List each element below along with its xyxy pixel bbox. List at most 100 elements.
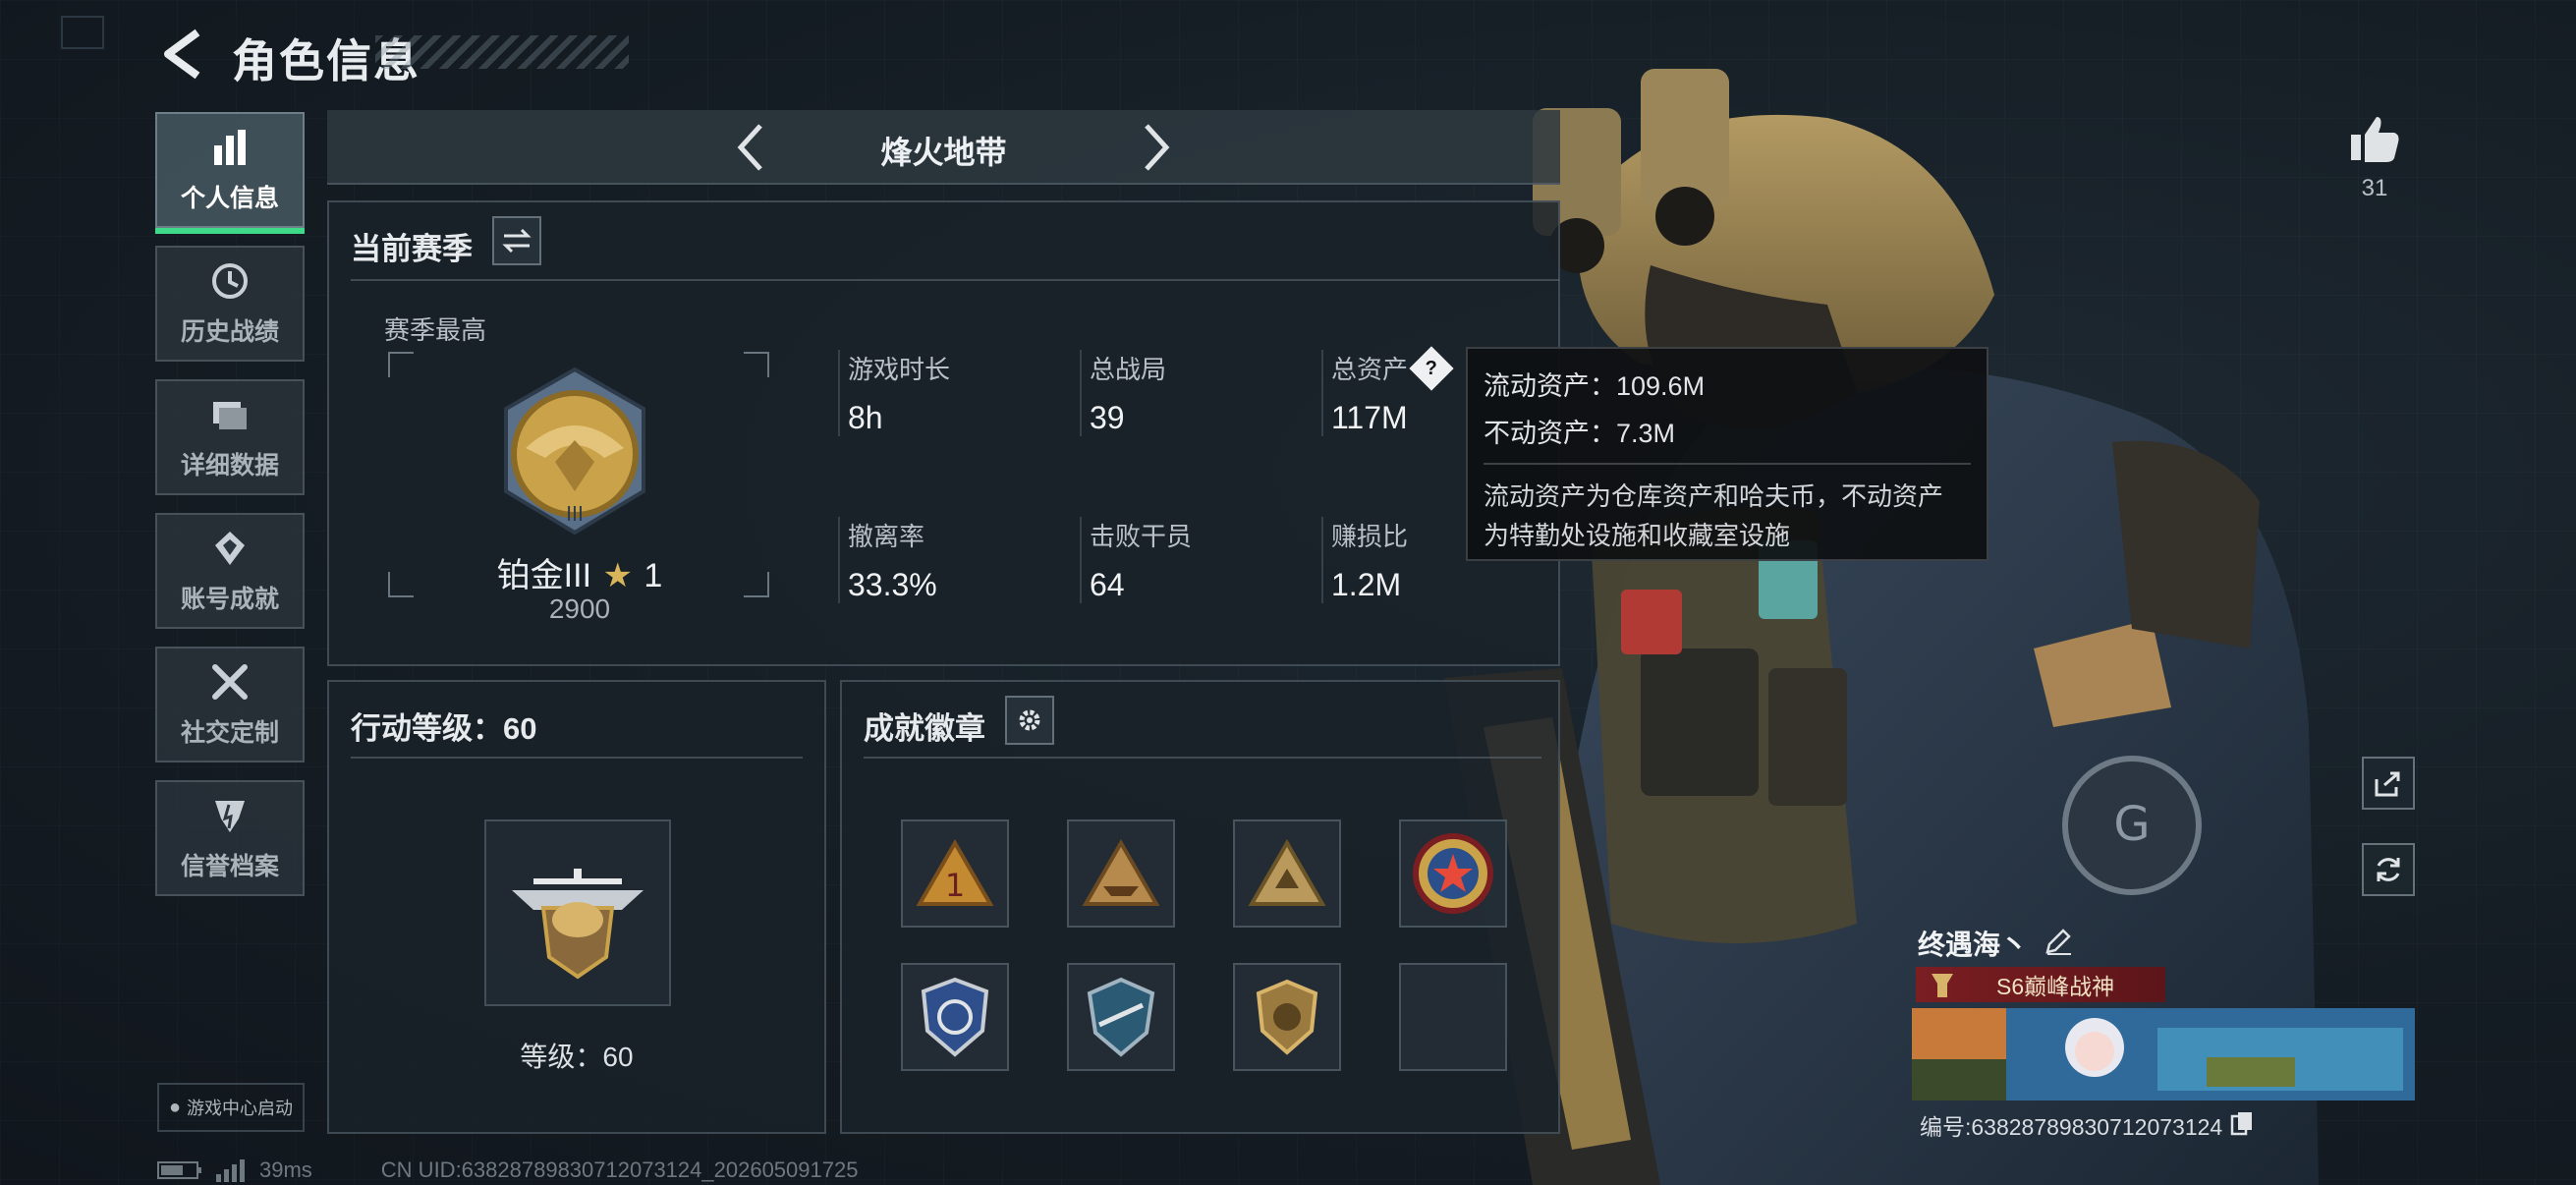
like-count: 31	[2361, 175, 2388, 201]
stat-label: 总资产	[1331, 355, 1409, 384]
stat-kills: 击败干员 64	[1080, 517, 1192, 603]
badge-shield-gold-icon	[1256, 979, 1318, 1055]
badge-shield-blue-icon	[921, 977, 989, 1057]
thumbs-up-icon	[2351, 117, 2399, 162]
badges-header: 成就徽章	[864, 711, 985, 746]
tooltip-description-1: 流动资产为仓库资产和哈夫币，不动资产	[1484, 481, 1944, 511]
player-banner-image	[1912, 1008, 2415, 1100]
tools-icon	[208, 660, 252, 704]
stat-label: 击败干员	[1090, 522, 1193, 551]
signal-icon	[216, 1159, 245, 1182]
ping-text: 39ms	[259, 1157, 312, 1182]
share-button[interactable]	[2362, 757, 2415, 810]
sidebar-item-detail-data[interactable]: 详细数据	[155, 379, 305, 495]
refresh-button[interactable]	[2362, 843, 2415, 896]
badge-slot-7[interactable]	[1233, 963, 1341, 1071]
stat-value: 33.3%	[848, 567, 937, 602]
star-icon: ★	[602, 557, 633, 594]
sidebar-item-label: 账号成就	[180, 586, 279, 613]
copy-id-button[interactable]	[2230, 1110, 2256, 1141]
season-best-label: 赛季最高	[384, 315, 487, 345]
badge-boat-icon	[1082, 839, 1160, 906]
svg-text:III: III	[566, 502, 584, 526]
status-bar: 39ms CN UID:6382878983071207312​4_202605…	[157, 1157, 858, 1183]
rank-emblem-icon: III	[504, 367, 645, 536]
mode-next-button[interactable]	[1128, 118, 1187, 177]
stat-profit-ratio: 赚损比 1.2M	[1321, 517, 1408, 603]
stat-label: 撤离率	[848, 522, 925, 551]
switch-season-button[interactable]	[492, 216, 541, 265]
refresh-icon	[2377, 858, 2400, 881]
badges-panel: 成就徽章 1	[840, 680, 1560, 1134]
game-center-button[interactable]: ● 游戏中心启动	[157, 1083, 305, 1132]
bar-chart-icon	[208, 126, 252, 169]
sidebar-item-label: 信誉档案	[180, 853, 279, 880]
helicopter-emblem-icon	[512, 869, 644, 980]
badge-star-icon	[1413, 833, 1493, 914]
title-decoration	[375, 35, 629, 69]
sidebar-item-label: 个人信息	[180, 185, 279, 212]
copy-icon	[2230, 1111, 2253, 1135]
season-panel: 当前赛季 赛季最高 III 铂金III ★ 1 2900 游戏时长 8h 总战局…	[327, 200, 1560, 666]
frame-corner	[744, 352, 769, 377]
rank-score: 2900	[548, 593, 611, 624]
action-level-text: 等级：60	[520, 1042, 634, 1072]
tooltip-fixed: 不动资产：7.3M	[1484, 419, 1676, 448]
action-level-panel: 行动等级：60 等级：60	[327, 680, 826, 1134]
stat-extract-rate: 撤离率 33.3%	[838, 517, 937, 603]
tooltip-divider	[1484, 463, 1971, 465]
title-emblem-icon	[1932, 974, 1953, 997]
sidebar-item-label: 社交定制	[180, 719, 279, 747]
badge-slot-2[interactable]	[1067, 819, 1175, 928]
reputation-icon	[208, 794, 252, 837]
stat-value: 8h	[848, 400, 883, 435]
sidebar-item-personal-info[interactable]: 个人信息	[155, 112, 305, 234]
mode-selector: 烽火地带	[327, 110, 1560, 185]
bell-icon: ●	[168, 1096, 182, 1118]
player-title: S6巅峰战神	[1996, 974, 2115, 999]
stat-value: 39	[1090, 400, 1125, 435]
rank-stars: 1	[644, 557, 663, 594]
sidebar-item-history[interactable]: 历史战绩	[155, 246, 305, 362]
stat-total-matches: 总战局 39	[1080, 350, 1166, 436]
badge-slot-6[interactable]	[1067, 963, 1175, 1071]
tooltip-description-2: 为特勤处设施和收藏室设施	[1484, 521, 1791, 550]
badge-slot-3[interactable]	[1233, 819, 1341, 928]
stat-total-assets: 总资产 ? 117M	[1321, 345, 1454, 436]
rank-name-row: 铂金III ★ 1	[388, 548, 771, 596]
stat-label: 总战局	[1090, 355, 1167, 384]
badge-slot-1[interactable]: 1	[901, 819, 1009, 928]
player-name: 终遇海丶	[1918, 930, 2029, 960]
svg-text:1: 1	[945, 867, 965, 904]
badges-settings-button[interactable]	[1005, 696, 1054, 745]
uid-text: CN UID:6382878983071207312​4_20260509172…	[380, 1157, 859, 1182]
edit-name-button[interactable]	[2044, 927, 2073, 961]
gear-icon	[1019, 709, 1040, 731]
battery-icon	[157, 1161, 201, 1179]
pencil-icon	[2045, 928, 2072, 955]
back-button[interactable]	[147, 20, 216, 88]
folder-icon	[208, 393, 252, 436]
action-level-emblem-frame	[484, 819, 671, 1006]
mode-title: 烽火地带	[880, 135, 1007, 170]
stat-playtime: 游戏时长 8h	[838, 350, 950, 436]
badge-slot-5[interactable]	[901, 963, 1009, 1071]
sidebar-item-label: 历史战绩	[180, 318, 279, 346]
action-level-header: 行动等级：60	[351, 711, 537, 746]
sidebar-item-reputation[interactable]: 信誉档案	[155, 780, 305, 896]
swap-icon	[502, 228, 532, 254]
sidebar-item-label: 详细数据	[180, 452, 279, 480]
chevron-right-icon	[1145, 124, 1170, 171]
player-id: 编号:6382878983071207312​4	[1920, 1114, 2223, 1140]
stat-value: 64	[1090, 567, 1125, 602]
badge-slot-4[interactable]	[1399, 819, 1507, 928]
sidebar-item-social[interactable]: 社交定制	[155, 647, 305, 762]
like-button[interactable]	[2342, 106, 2407, 171]
stat-label: 游戏时长	[848, 355, 951, 384]
badge-slot-empty[interactable]	[1399, 963, 1507, 1071]
achievement-icon	[208, 527, 252, 570]
help-icon[interactable]: ?	[1409, 345, 1454, 391]
history-icon	[208, 259, 252, 303]
sidebar-item-achievements[interactable]: 账号成就	[155, 513, 305, 629]
badge-shield-teal-icon	[1087, 977, 1155, 1057]
